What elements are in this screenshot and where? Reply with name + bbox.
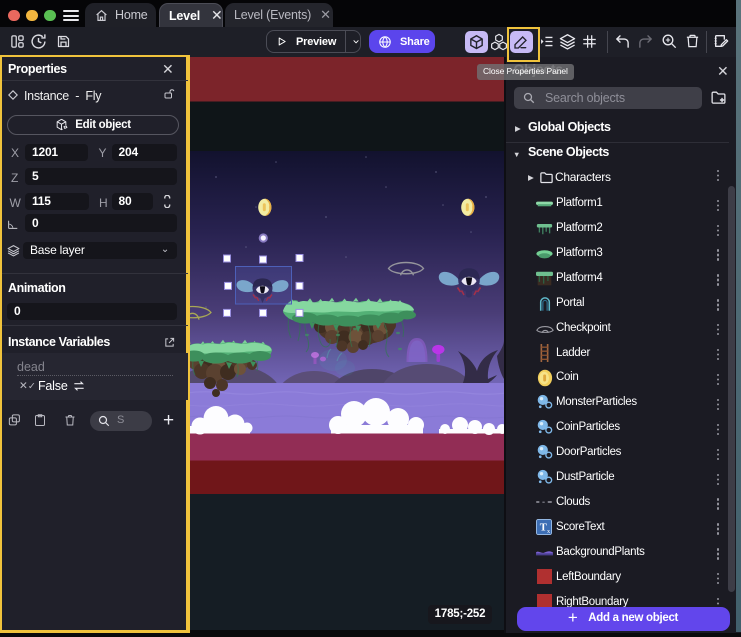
svg-text:T: T <box>540 523 547 534</box>
